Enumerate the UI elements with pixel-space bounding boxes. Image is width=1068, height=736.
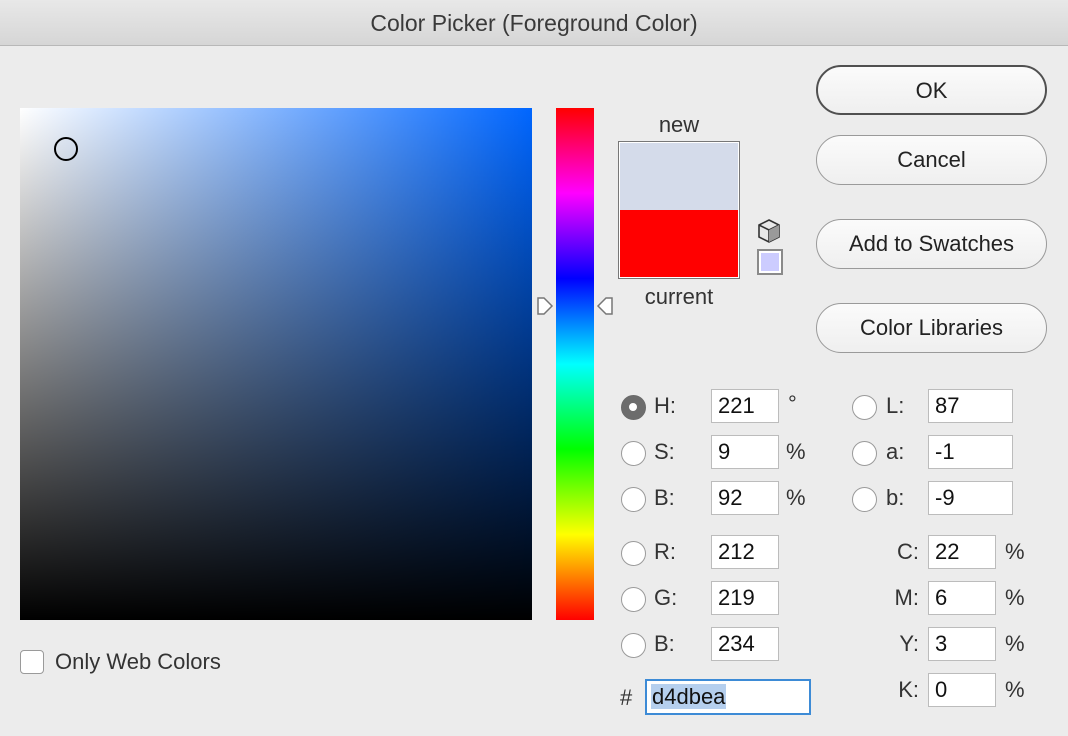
lightness-label: L: <box>886 393 905 418</box>
green-input[interactable]: 219 <box>711 581 779 615</box>
lightness-radio[interactable] <box>852 395 877 420</box>
saturation-unit: % <box>786 439 806 464</box>
new-label: new <box>658 112 700 137</box>
lab-a-label: a: <box>886 439 905 464</box>
saturation-input[interactable]: 9 <box>711 435 779 469</box>
red-input[interactable]: 212 <box>711 535 779 569</box>
blue-label: B: <box>654 631 675 656</box>
brightness-unit: % <box>786 485 806 510</box>
web-safe-color-swatch[interactable] <box>757 249 783 275</box>
only-web-colors-checkbox[interactable] <box>20 650 44 674</box>
brightness-label: B: <box>654 485 675 510</box>
hue-input[interactable]: 221 <box>711 389 779 423</box>
only-web-colors-label[interactable]: Only Web Colors <box>55 646 221 678</box>
green-label: G: <box>654 585 678 610</box>
blue-input[interactable]: 234 <box>711 627 779 661</box>
color-field-cursor[interactable] <box>54 136 79 161</box>
hue-unit: ° <box>788 391 797 416</box>
blue-radio[interactable] <box>621 633 646 658</box>
hue-label: H: <box>654 393 676 418</box>
web-safe-cube-icon[interactable] <box>756 218 782 244</box>
hue-radio[interactable] <box>621 395 646 420</box>
brightness-radio[interactable] <box>621 487 646 512</box>
cyan-label: C: <box>897 539 919 564</box>
hex-value-selection: d4dbea <box>651 684 727 709</box>
magenta-unit: % <box>1005 585 1025 610</box>
color-field[interactable] <box>20 108 532 620</box>
current-label: current <box>644 284 714 309</box>
red-radio[interactable] <box>621 541 646 566</box>
cyan-input[interactable]: 22 <box>928 535 996 569</box>
cyan-unit: % <box>1005 539 1025 564</box>
lightness-input[interactable]: 87 <box>928 389 1013 423</box>
window-title: Color Picker (Foreground Color) <box>0 0 1068 46</box>
lab-b-input[interactable]: -9 <box>928 481 1013 515</box>
brightness-input[interactable]: 92 <box>711 481 779 515</box>
lab-b-radio[interactable] <box>852 487 877 512</box>
yellow-label: Y: <box>899 631 919 656</box>
yellow-unit: % <box>1005 631 1025 656</box>
magenta-label: M: <box>894 585 919 610</box>
cancel-button[interactable]: Cancel <box>816 135 1047 185</box>
lab-a-input[interactable]: -1 <box>928 435 1013 469</box>
hex-label: # <box>620 685 633 710</box>
color-libraries-button[interactable]: Color Libraries <box>816 303 1047 353</box>
ok-button[interactable]: OK <box>816 65 1047 115</box>
color-preview <box>618 141 740 279</box>
lab-a-radio[interactable] <box>852 441 877 466</box>
saturation-label: S: <box>654 439 675 464</box>
black-label: K: <box>898 677 919 702</box>
magenta-input[interactable]: 6 <box>928 581 996 615</box>
yellow-input[interactable]: 3 <box>928 627 996 661</box>
red-label: R: <box>654 539 676 564</box>
black-input[interactable]: 0 <box>928 673 996 707</box>
current-color-swatch[interactable] <box>620 210 738 277</box>
lab-b-label: b: <box>886 485 905 510</box>
hex-input[interactable]: d4dbea <box>645 679 811 715</box>
add-to-swatches-button[interactable]: Add to Swatches <box>816 219 1047 269</box>
green-radio[interactable] <box>621 587 646 612</box>
black-unit: % <box>1005 677 1025 702</box>
saturation-radio[interactable] <box>621 441 646 466</box>
new-color-swatch <box>620 143 738 210</box>
hue-slider[interactable] <box>556 108 594 620</box>
